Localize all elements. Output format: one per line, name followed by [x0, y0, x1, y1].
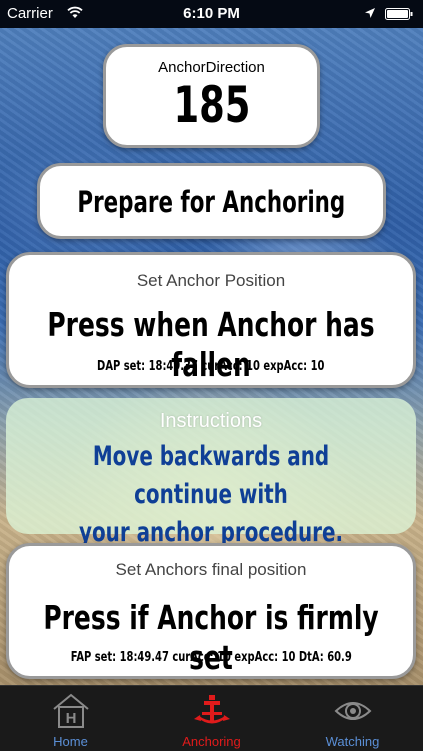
tab-anchoring-label: Anchoring	[182, 734, 241, 749]
anchor-direction-value: 185	[172, 76, 251, 134]
set-anchor-position-subtitle: Set Anchor Position	[136, 271, 286, 290]
set-anchor-position-button[interactable]: Set Anchor Position Press when Anchor ha…	[6, 252, 416, 388]
instructions-body: Move backwards and continue with your an…	[78, 441, 344, 548]
tab-bar: H Home Anchoring Watching	[0, 685, 423, 751]
prepare-anchoring-label: Prepare for Anchoring	[77, 185, 346, 219]
main-content: AnchorDirection 185 Prepare for Anchorin…	[0, 28, 423, 685]
instructions-title: Instructions	[159, 410, 263, 432]
dap-info-text: DAP set: 18:49.37 curAcc: 10 expAcc: 10	[97, 359, 325, 374]
set-final-position-button[interactable]: Set Anchors final position Press if Anch…	[6, 543, 416, 679]
home-icon: H	[52, 693, 89, 728]
tab-home-label: Home	[53, 734, 88, 749]
anchor-direction-label: AnchorDirection	[158, 59, 265, 76]
instructions-panel: Instructions Move backwards and continue…	[6, 398, 416, 548]
anchor-direction-card: AnchorDirection 185	[103, 44, 320, 148]
tab-watching-label: Watching	[325, 734, 380, 749]
prepare-anchoring-button[interactable]: Prepare for Anchoring	[37, 163, 386, 239]
location-arrow-icon	[365, 8, 375, 18]
status-time: 6:10 PM	[183, 5, 240, 22]
tab-watching[interactable]: Watching	[282, 686, 423, 751]
fap-info-text: FAP set: 18:49.47 curAcc: 10 expAcc: 10 …	[70, 650, 352, 665]
anchor-icon	[193, 695, 230, 724]
set-final-position-label: Press if Anchor is firmly set	[43, 598, 379, 677]
battery-icon	[385, 8, 413, 20]
status-bar: Carrier 6:10 PM	[0, 0, 423, 28]
set-final-position-subtitle: Set Anchors final position	[115, 560, 307, 579]
eye-icon	[334, 702, 371, 720]
tab-home[interactable]: H Home	[0, 686, 141, 751]
svg-text:H: H	[65, 710, 76, 727]
tab-anchoring[interactable]: Anchoring	[141, 686, 282, 751]
